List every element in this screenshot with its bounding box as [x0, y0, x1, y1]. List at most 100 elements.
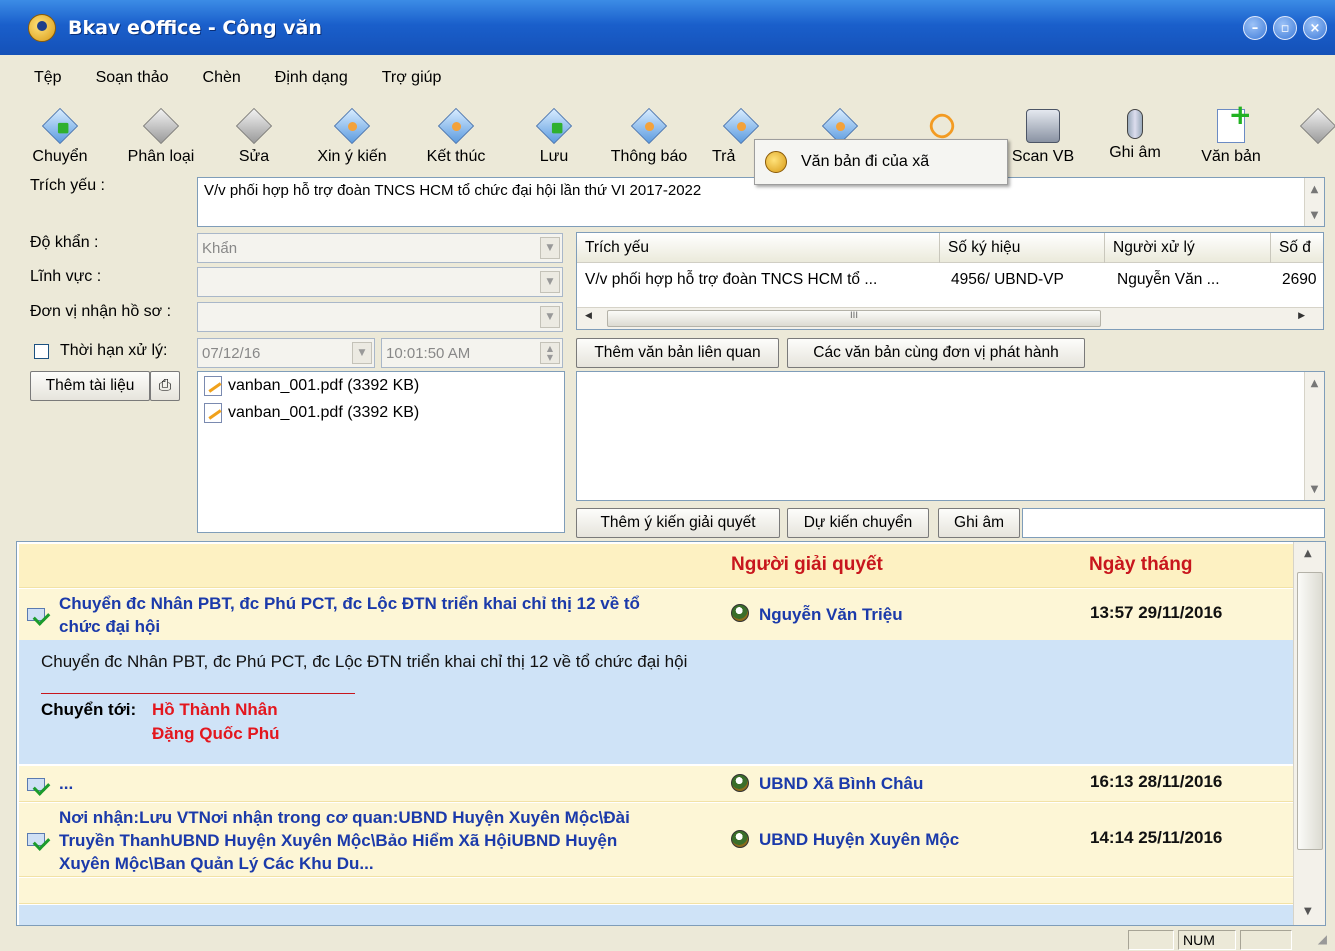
same-issuer-documents-button[interactable]: Các văn bản cùng đơn vị phát hành: [787, 338, 1085, 368]
record-toolbar-button[interactable]: Ghi âm: [1095, 103, 1175, 162]
chevron-down-icon[interactable]: ▼: [540, 271, 560, 293]
related-area-scrollbar[interactable]: ▲ ▼: [1304, 372, 1324, 500]
status-pane: [1240, 930, 1292, 950]
column-header-handler-person: Người giải quyết: [731, 554, 883, 575]
receiving-unit-select[interactable]: ▼: [197, 302, 563, 332]
horizontal-scrollbar[interactable]: ◀ III ▶: [577, 307, 1323, 329]
column-header-number[interactable]: Số ký hiệu: [940, 233, 1105, 263]
user-icon: [731, 774, 749, 792]
more-toolbar-button[interactable]: [1300, 103, 1335, 147]
forward-to-label: Chuyển tới:: [41, 700, 137, 719]
plan-forward-button[interactable]: Dự kiến chuyển: [787, 508, 929, 538]
deadline-label: Thời hạn xử lý:: [60, 342, 168, 359]
attachment-list: vanban_001.pdf (3392 KB) vanban_001.pdf …: [197, 371, 565, 533]
ask-opinion-icon: [333, 107, 371, 145]
new-document-icon: [1217, 98, 1252, 143]
list-item[interactable]: vanban_001.pdf (3392 KB): [198, 399, 564, 426]
notify-icon: [630, 107, 668, 145]
app-logo-icon: [28, 13, 56, 42]
close-icon[interactable]: ×: [1303, 16, 1327, 40]
pdf-file-icon: [204, 402, 222, 423]
summary-text: V/v phối hợp hỗ trợ đoàn TNCS HCM tổ chứ…: [204, 182, 702, 199]
mail-check-icon: [27, 778, 45, 791]
menu-compose[interactable]: Soạn thảo: [92, 67, 173, 89]
maximize-icon[interactable]: ▫: [1273, 16, 1297, 40]
edit-icon: [235, 107, 273, 145]
scroll-down-icon[interactable]: ▼: [1305, 206, 1324, 224]
deadline-date-picker[interactable]: 07/12/16 ▼: [197, 338, 375, 368]
pdf-file-icon: [204, 375, 222, 396]
title-bar: Bkav eOffice - Công văn – ▫ ×: [0, 0, 1335, 55]
menu-bar: Tệp Soạn thảo Chèn Định dạng Trợ giúp: [0, 55, 1335, 101]
record-button[interactable]: Ghi âm: [938, 508, 1020, 538]
finish-button[interactable]: Kết thúc: [416, 103, 496, 166]
history-row[interactable]: Nơi nhận:Lưu VTNơi nhận trong cơ quan:UB…: [19, 803, 1293, 877]
history-scrollbar[interactable]: ▲ ▼: [1293, 542, 1325, 925]
classify-button[interactable]: Phân loại: [121, 103, 201, 166]
spinner-icon[interactable]: ▲ ▼: [540, 342, 560, 364]
scroll-up-icon[interactable]: ▲: [1305, 180, 1324, 198]
column-header-date: Ngày tháng: [1089, 554, 1193, 575]
more-icon: [1300, 107, 1335, 145]
scroll-thumb[interactable]: III: [607, 310, 1101, 327]
history-row: [19, 878, 1293, 904]
menu-format[interactable]: Định dạng: [271, 67, 352, 89]
field-label: Lĩnh vực :: [30, 268, 102, 285]
scanner-small-icon[interactable]: ⎙: [150, 371, 180, 401]
history-row[interactable]: ... UBND Xã Bình Châu 16:13 28/11/2016: [19, 766, 1293, 802]
menu-file[interactable]: Tệp: [30, 67, 66, 89]
return-dropdown-menu[interactable]: Văn bản đi của xã: [754, 139, 1008, 185]
menu-help[interactable]: Trợ giúp: [378, 67, 446, 89]
resize-grip-icon[interactable]: ◢: [1318, 932, 1327, 946]
urgency-select[interactable]: Khẩn ▼: [197, 233, 563, 263]
recipient-name: Đặng Quốc Phú: [152, 724, 280, 743]
ask-opinion-button[interactable]: Xin ý kiến: [312, 103, 392, 166]
list-item[interactable]: vanban_001.pdf (3392 KB): [198, 372, 564, 399]
add-document-button[interactable]: Thêm tài liệu: [30, 371, 150, 401]
related-documents-area[interactable]: ▲ ▼: [576, 371, 1325, 501]
record-input[interactable]: [1022, 508, 1325, 538]
detail-message: Chuyển đc Nhân PBT, đc Phú PCT, đc Lộc Đ…: [41, 652, 688, 671]
summary-label: Trích yếu :: [30, 177, 105, 194]
column-header-incoming-number[interactable]: Số đ: [1271, 233, 1323, 263]
forward-doc-icon: [41, 107, 79, 145]
history-header: Người giải quyết Ngày tháng: [19, 544, 1293, 588]
mail-check-icon: [27, 833, 45, 846]
menu-insert[interactable]: Chèn: [199, 67, 245, 89]
mail-check-icon: [27, 608, 45, 621]
menu-item-outgoing-commune[interactable]: Văn bản đi của xã: [801, 153, 929, 171]
deadline-checkbox[interactable]: [34, 344, 49, 359]
add-related-document-button[interactable]: Thêm văn bản liên quan: [576, 338, 779, 368]
recipient-name: Hồ Thành Nhân: [152, 700, 278, 719]
scroll-up-icon[interactable]: ▲: [1305, 374, 1324, 392]
new-document-button[interactable]: Văn bản: [1191, 98, 1271, 166]
history-row[interactable]: Chuyển đc Nhân PBT, đc Phú PCT, đc Lộc Đ…: [19, 589, 1293, 641]
window-title: Bkav eOffice - Công văn: [68, 16, 322, 39]
summary-scrollbar[interactable]: ▲ ▼: [1304, 178, 1324, 226]
add-opinion-button[interactable]: Thêm ý kiến giải quyết: [576, 508, 780, 538]
paperclip-icon: [925, 109, 959, 143]
column-header-summary[interactable]: Trích yếu: [577, 233, 940, 263]
status-pane: [1128, 930, 1174, 950]
field-select[interactable]: ▼: [197, 267, 563, 297]
num-lock-indicator: NUM: [1178, 930, 1236, 950]
scroll-down-icon[interactable]: ▼: [1305, 480, 1324, 498]
forward-button[interactable]: Chuyển: [20, 103, 100, 166]
history-detail: Chuyển đc Nhân PBT, đc Phú PCT, đc Lộc Đ…: [19, 640, 1293, 764]
scan-button[interactable]: Scan VB: [1003, 103, 1083, 166]
save-button[interactable]: Lưu: [514, 103, 594, 166]
chevron-down-icon[interactable]: ▼: [540, 306, 560, 328]
classify-icon: [142, 107, 180, 145]
column-header-handler[interactable]: Người xử lý: [1105, 233, 1271, 263]
microphone-icon: [1127, 109, 1143, 139]
deadline-time-picker[interactable]: 10:01:50 AM ▲ ▼: [381, 338, 563, 368]
scroll-thumb[interactable]: [1297, 572, 1323, 850]
minimize-icon[interactable]: –: [1243, 16, 1267, 40]
chevron-down-icon[interactable]: ▼: [352, 342, 372, 364]
chevron-down-icon[interactable]: ▼: [540, 237, 560, 259]
status-bar: NUM ◢: [0, 928, 1335, 951]
toolbar: Chuyển Phân loại Sửa Xin ý kiến Kết thúc…: [0, 98, 1335, 173]
user-icon: [731, 604, 749, 622]
edit-button[interactable]: Sửa: [214, 103, 294, 166]
notify-button[interactable]: Thông báo: [609, 103, 689, 166]
